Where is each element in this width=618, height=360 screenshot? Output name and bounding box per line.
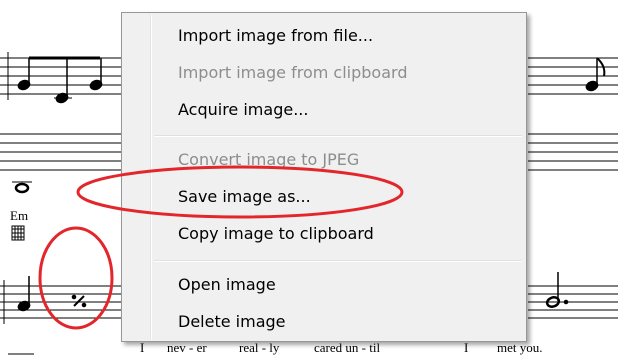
menu-item-import-from-file[interactable]: Import image from file... <box>178 23 520 49</box>
lyric-syllable: met you. <box>497 340 543 355</box>
annotation-circle-repeat <box>38 226 114 330</box>
menu-item-acquire-image[interactable]: Acquire image... <box>178 97 520 123</box>
eighth-note-right <box>585 57 606 92</box>
menu-item-import-from-clipboard: Import image from clipboard <box>178 63 408 82</box>
menu-separator <box>154 260 522 262</box>
menu-item-save-image-as[interactable]: Save image as... <box>178 184 520 210</box>
menu-item-copy-to-clipboard[interactable]: Copy image to clipboard <box>178 221 520 247</box>
lyric-syllable: real - ly <box>239 340 280 355</box>
menu-item-open-image[interactable]: Open image <box>178 272 520 298</box>
staff-lines-bottom-right <box>528 285 618 319</box>
menu-icon-gutter <box>150 15 152 339</box>
notes-top-left <box>7 52 103 104</box>
staff-lines-bottom-left <box>0 280 122 324</box>
chord-diagram <box>11 225 25 241</box>
menu-item-delete-image[interactable]: Delete image <box>178 309 520 335</box>
dotted-half-note-right <box>545 272 569 308</box>
repeat-sign <box>71 294 87 308</box>
chord-symbol: Em <box>10 208 29 223</box>
menu-item-convert-to-jpeg: Convert image to JPEG <box>178 150 360 169</box>
menu-separator <box>154 135 522 137</box>
lyric-syllable: nev - er <box>167 340 207 355</box>
lyric-syllable: I <box>464 340 469 355</box>
whole-note-low <box>12 181 32 194</box>
staff-lines-top-left <box>0 57 122 95</box>
lyric-syllable: cared un - til <box>314 340 381 355</box>
context-menu: Import image from file... Import image f… <box>121 12 527 342</box>
lyric-syllable: I <box>140 340 145 355</box>
